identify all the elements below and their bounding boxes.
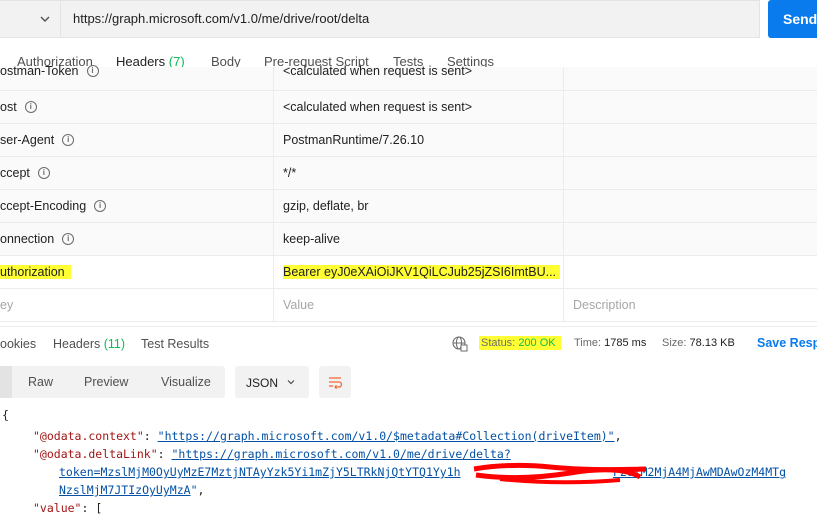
tab-response-headers[interactable]: Headers (11) — [53, 337, 125, 351]
info-icon[interactable]: i — [94, 199, 107, 212]
column-divider — [563, 190, 564, 222]
mode-preview[interactable]: Preview — [84, 375, 128, 389]
description-placeholder[interactable]: Description — [573, 298, 636, 312]
active-mode-segment[interactable] — [0, 366, 12, 398]
header-value[interactable]: <calculated when request is sent> — [283, 100, 472, 114]
header-key[interactable]: uthorization — [0, 265, 71, 279]
response-tabs: ookies Headers (11) Test Results Status:… — [0, 326, 817, 359]
key-placeholder[interactable]: ey — [0, 298, 13, 312]
header-key: ser-Agent i — [0, 133, 75, 147]
column-divider — [273, 157, 274, 189]
column-divider — [273, 289, 274, 321]
table-row[interactable]: ser-Agent i PostmanRuntime/7.26.10 — [0, 124, 817, 157]
column-divider — [563, 67, 564, 90]
header-key: ost i — [0, 100, 37, 114]
info-icon[interactable]: i — [37, 166, 50, 179]
tab-test-results[interactable]: Test Results — [141, 337, 209, 351]
column-divider — [563, 223, 564, 255]
column-divider — [563, 157, 564, 189]
code-line-value: "value": [ — [33, 501, 103, 515]
divider — [60, 1, 61, 38]
tab-response-headers-count: (11) — [103, 337, 126, 351]
header-key: ccept-Encoding i — [0, 199, 107, 213]
column-divider — [563, 289, 564, 321]
redaction-scribble — [473, 462, 647, 485]
table-row[interactable]: onnection i keep-alive — [0, 223, 817, 256]
header-value[interactable]: Bearer eyJ0eXAiOiJKV1QiLCJub25jZSI6ImtBU… — [283, 265, 561, 279]
code-open-brace: { — [2, 408, 9, 422]
body-toolbar: Raw Preview Visualize JSON — [0, 366, 817, 400]
url-bar: https://graph.microsoft.com/v1.0/me/driv… — [0, 0, 760, 38]
tab-cookies[interactable]: ookies — [0, 337, 36, 351]
header-key: ccept i — [0, 166, 50, 180]
info-icon[interactable]: i — [86, 64, 99, 77]
header-value[interactable]: keep-alive — [283, 232, 340, 246]
wrap-lines-icon — [329, 377, 343, 390]
mode-visualize[interactable]: Visualize — [161, 375, 211, 389]
save-response-button[interactable]: Save Resp — [757, 336, 817, 350]
info-icon[interactable]: i — [24, 100, 37, 113]
wrap-lines-button[interactable] — [319, 366, 351, 398]
header-value[interactable]: gzip, deflate, br — [283, 199, 368, 213]
chevron-down-icon[interactable] — [38, 12, 52, 26]
format-select-value: JSON — [246, 376, 279, 390]
column-divider — [273, 124, 274, 156]
delta-link[interactable]: "https://graph.microsoft.com/v1.0/me/dri… — [171, 447, 510, 461]
code-line-context: "@odata.context": "https://graph.microso… — [33, 429, 622, 443]
table-row[interactable]: ccept-Encoding i gzip, deflate, br — [0, 190, 817, 223]
delta-link-token[interactable]: token=MzslMjM0OyUyMzE7MztjNTAyYzk5Yi1mZj… — [59, 465, 461, 479]
globe-icon[interactable] — [452, 336, 468, 352]
table-row[interactable]: ostman-Token i <calculated when request i… — [0, 64, 817, 91]
table-row[interactable]: ost i <calculated when request is sent> — [0, 91, 817, 124]
column-divider — [273, 91, 274, 123]
column-divider — [563, 256, 564, 288]
response-time: Time: 1785 ms — [574, 337, 647, 349]
info-icon[interactable]: i — [62, 232, 75, 245]
format-select[interactable]: JSON — [235, 366, 309, 398]
tab-response-headers-label: Headers — [53, 337, 101, 351]
column-divider — [273, 67, 274, 90]
table-row[interactable]: ccept i */* — [0, 157, 817, 190]
chevron-down-icon — [287, 380, 295, 385]
column-divider — [273, 190, 274, 222]
header-value[interactable]: <calculated when request is sent> — [283, 64, 472, 78]
column-divider — [563, 124, 564, 156]
response-size: Size: 78.13 KB — [662, 337, 735, 349]
code-line-token-end: NzslMjM7JTIzOyUyMzA", — [59, 483, 205, 497]
value-placeholder[interactable]: Value — [283, 298, 314, 312]
column-divider — [273, 223, 274, 255]
mode-raw[interactable]: Raw — [28, 375, 53, 389]
send-button[interactable]: Send — [768, 0, 817, 38]
delta-link-token-tail[interactable]: NzslMjM7JTIzOyUyMzA — [59, 483, 191, 497]
header-value[interactable]: PostmanRuntime/7.26.10 — [283, 133, 424, 147]
response-body[interactable]: { "@odata.context": "https://graph.micro… — [0, 403, 817, 521]
view-mode-switcher: Raw Preview Visualize — [0, 366, 225, 398]
status-badge: Status: 200 OK — [479, 336, 561, 350]
context-link[interactable]: "https://graph.microsoft.com/v1.0/$metad… — [158, 429, 615, 443]
column-divider — [273, 256, 274, 288]
url-input[interactable]: https://graph.microsoft.com/v1.0/me/driv… — [73, 11, 369, 26]
info-icon[interactable]: i — [62, 133, 75, 146]
table-row[interactable]: ey Value Description — [0, 289, 817, 322]
code-line-token: token=MzslMjM0OyUyMzE7MztjNTAyYzk5Yi1mZj… — [59, 465, 786, 479]
header-key: onnection i — [0, 232, 75, 246]
table-row[interactable]: uthorization Bearer eyJ0eXAiOiJKV1QiLCJu… — [0, 256, 817, 289]
code-line-deltalink: "@odata.deltaLink": "https://graph.micro… — [33, 447, 511, 461]
column-divider — [563, 91, 564, 123]
header-value[interactable]: */* — [283, 166, 296, 180]
header-key: ostman-Token i — [0, 64, 99, 78]
